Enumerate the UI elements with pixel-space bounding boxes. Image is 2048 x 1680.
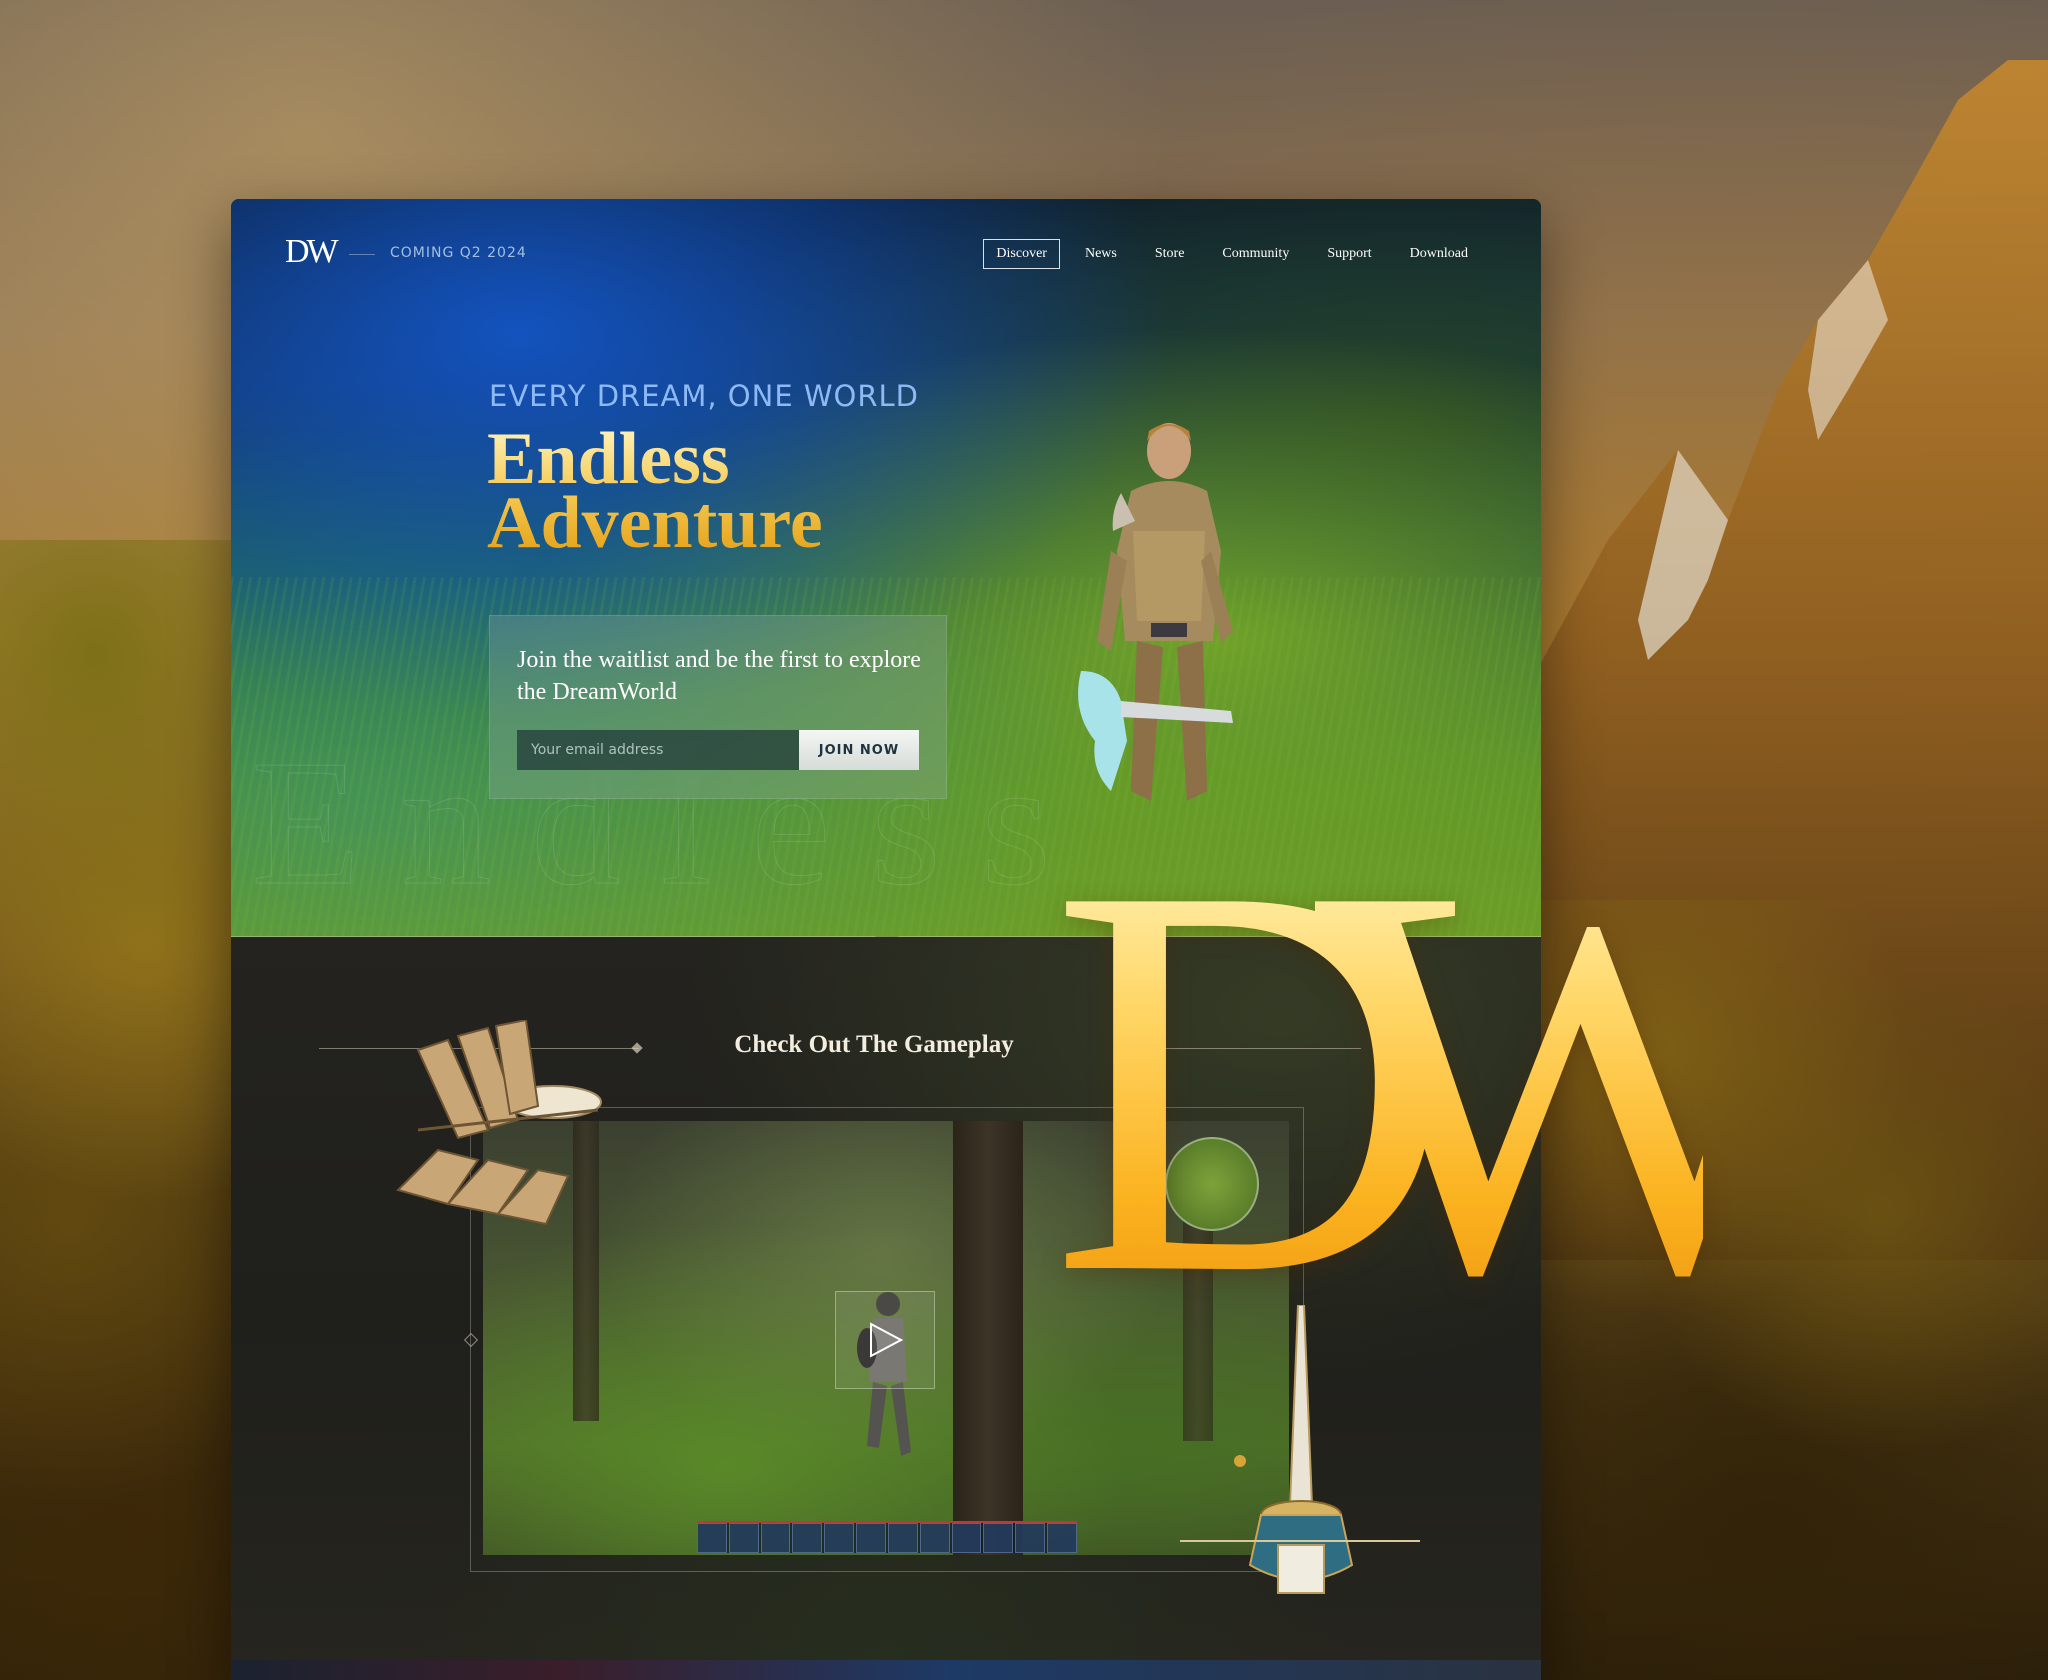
airship-illustration (396, 1020, 602, 1226)
hero-title-line-2: Adventure (487, 482, 823, 564)
top-nav: DW COMING Q2 2024 Discover News Store Co… (231, 199, 1541, 311)
dw-logo-letters: DW (1050, 770, 1843, 1390)
hero-tagline: EVERY DREAM, ONE WORLD (489, 379, 920, 413)
hud-slot (856, 1523, 886, 1553)
hud-slot (1047, 1523, 1077, 1553)
hud-slot (919, 1523, 950, 1553)
hud-slot (728, 1523, 759, 1553)
dw-brand-logo: DW (1050, 770, 1870, 1390)
background-trees-left (0, 540, 240, 1680)
gameplay-section-title: Check Out The Gameplay (734, 1031, 1014, 1058)
nav-link-support[interactable]: Support (1314, 240, 1384, 268)
hud-slot (983, 1523, 1014, 1553)
coming-soon-label: COMING Q2 2024 (390, 245, 527, 261)
nav-link-news[interactable]: News (1072, 240, 1130, 268)
nav-links: Discover News Store Community Support Do… (971, 239, 1481, 269)
play-icon (870, 1322, 903, 1358)
join-now-button[interactable]: JOIN NOW (799, 730, 919, 770)
hud-slot (760, 1523, 791, 1553)
waitlist-text: Join the waitlist and be the first to ex… (517, 647, 921, 705)
divider-diamond-left (631, 1042, 643, 1054)
hud-slot (887, 1523, 918, 1553)
play-button[interactable] (835, 1291, 935, 1389)
hud-slot (697, 1523, 727, 1553)
hero-title: Endless Adventure (487, 427, 823, 555)
waitlist-card: Join the waitlist and be the first to ex… (489, 615, 947, 799)
site-logo[interactable]: DW (285, 233, 339, 271)
nav-link-download[interactable]: Download (1397, 240, 1481, 268)
hud-slot (824, 1523, 855, 1553)
hud-action-bar (697, 1521, 1077, 1553)
video-tree (953, 1121, 1023, 1555)
hud-slot (951, 1523, 982, 1553)
nav-link-discover[interactable]: Discover (983, 239, 1060, 269)
bottom-strip (231, 1660, 1541, 1680)
hud-slot (1015, 1523, 1046, 1553)
email-input[interactable] (517, 730, 799, 770)
nav-divider (349, 254, 375, 255)
hud-slot (792, 1523, 823, 1553)
nav-link-store[interactable]: Store (1142, 240, 1198, 268)
nav-link-community[interactable]: Community (1209, 240, 1302, 268)
